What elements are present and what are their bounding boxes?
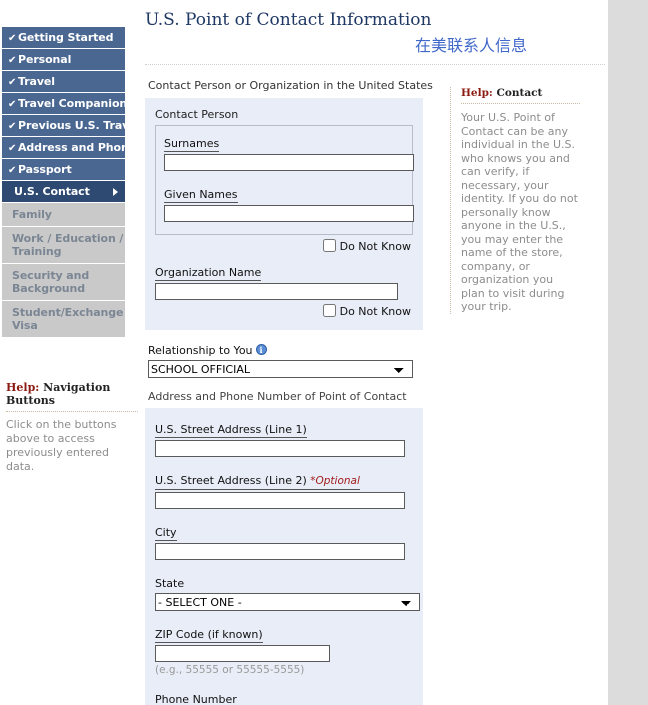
form-column: Contact Person or Organization in the Un… [145,73,435,705]
given-names-field: Given Names [164,183,414,222]
help-column: Help: Contact Your U.S. Point of Contact… [450,73,580,705]
sidebar-item-label: Personal [18,53,72,66]
page-title-translation: 在美联系人信息 [415,36,528,55]
contact-help-panel: Help: Contact Your U.S. Point of Contact… [450,87,580,314]
sidebar-item-label: Passport [18,163,72,176]
contact-person-box: Surnames Given Names [155,125,414,235]
zip-label: ZIP Code (if known) [155,628,263,643]
phone-field: Phone Number (e.g., 5555555555) [155,688,413,705]
sidebar-item-label: Work / Education / Training [12,232,124,258]
sidebar-item-label: Getting Started [18,31,114,44]
sidebar-item-label: Travel Companions [18,97,134,110]
sidebar-item-us-contact[interactable]: U.S. Contact [2,181,125,203]
state-field: State - SELECT ONE - [155,572,420,611]
main-content: U.S. Point of Contact Information 在美联系人信… [140,0,608,705]
given-names-label: Given Names [164,188,238,203]
sidebar-item-family: Family [2,203,125,227]
relationship-select[interactable]: SCHOOL OFFICIAL [148,360,413,378]
do-not-know-name-label: Do Not Know [339,240,411,253]
check-icon: ✔ [8,143,17,154]
relationship-label: Relationship to You i [148,344,267,358]
sidebar-item-personal[interactable]: ✔ Personal [2,49,125,71]
page-title: U.S. Point of Contact Information [145,10,432,30]
sidebar-item-passport[interactable]: ✔ Passport [2,159,125,181]
sidebar-item-previous-us-travel[interactable]: ✔ Previous U.S. Travel [2,115,140,137]
street1-input[interactable] [155,440,405,457]
street1-label: U.S. Street Address (Line 1) [155,423,307,438]
relationship-field: Relationship to You i SCHOOL OFFICIAL [148,339,435,378]
help-keyword: Help: [6,381,40,394]
info-icon[interactable]: i [255,344,267,355]
street2-field: U.S. Street Address (Line 2) *Optional [155,469,413,509]
phone-label: Phone Number [155,693,237,705]
surnames-input[interactable] [164,154,414,171]
state-select[interactable]: - SELECT ONE - [155,593,420,611]
zip-hint: (e.g., 55555 or 55555-5555) [155,664,305,676]
surnames-label: Surnames [164,137,220,152]
right-gutter [608,0,648,705]
street2-label-text: U.S. Street Address (Line 2) [155,474,311,487]
check-icon: ✔ [8,165,17,176]
do-not-know-org-label: Do Not Know [339,305,411,318]
help-heading-text: Contact [492,87,543,99]
page-root: ✔ Getting Started ✔ Personal ✔ Travel ✔ Trav… [0,0,648,705]
do-not-know-name-checkbox[interactable] [322,239,336,252]
check-icon: ✔ [8,121,17,132]
check-icon: ✔ [8,33,17,44]
do-not-know-org-checkbox[interactable] [322,304,336,317]
check-icon: ✔ [8,55,17,66]
optional-tag: *Optional [310,475,360,487]
organization-name-label: Organization Name [155,266,262,281]
sidebar-item-label: Travel [18,75,55,88]
address-heading: Address and Phone Number of Point of Con… [148,390,407,403]
sidebar-item-label: Student/Exchange Visa [12,306,124,332]
sidebar-nav: ✔ Getting Started ✔ Personal ✔ Travel ✔ Trav… [2,27,140,338]
sidebar-item-getting-started[interactable]: ✔ Getting Started [2,27,125,49]
street1-field: U.S. Street Address (Line 1) [155,418,413,457]
zip-field: ZIP Code (if known) (e.g., 55555 or 5555… [155,623,413,676]
section-heading: Contact Person or Organization in the Un… [148,79,433,92]
sidebar-item-label: Security and Background [12,269,90,295]
do-not-know-name-row: Do Not Know [155,239,413,253]
sidebar-item-security-and-background: Security and Background [2,264,125,301]
surnames-field: Surnames [164,132,414,171]
city-field: City [155,521,413,560]
arrow-right-icon [113,187,118,196]
street2-input[interactable] [155,492,405,509]
street2-label: U.S. Street Address (Line 2) *Optional [155,474,360,490]
address-panel: U.S. Street Address (Line 1) U.S. Street… [145,408,423,705]
contact-help-body: Your U.S. Point of Contact can be any in… [461,111,578,313]
city-label: City [155,526,177,541]
contact-person-legend: Contact Person [155,108,239,121]
sidebar-item-travel[interactable]: ✔ Travel [2,71,125,93]
sidebar-item-label: U.S. Contact [14,185,90,198]
navigation-help-heading: Help: Navigation Buttons [6,381,138,412]
do-not-know-org-row: Do Not Know [155,304,413,318]
sidebar-item-address-and-phone[interactable]: ✔ Address and Phone [2,137,136,159]
state-label: State [155,577,185,590]
check-icon: ✔ [8,77,17,88]
contact-help-heading: Help: Contact [461,87,580,104]
navigation-help-body: Click on the buttons above to access pre… [6,418,117,473]
help-keyword: Help: [461,87,493,99]
contact-panel: Contact Person Surnames Given Names Do N… [145,98,423,330]
sidebar-item-work-education-training: Work / Education / Training [2,227,125,264]
sidebar-item-travel-companions[interactable]: ✔ Travel Companions [2,93,134,115]
sidebar-item-label: Address and Phone [18,141,137,154]
relationship-label-text: Relationship to You [148,344,253,357]
zip-input[interactable] [155,645,330,662]
check-icon: ✔ [8,99,17,110]
sidebar-item-label: Family [12,208,52,221]
sidebar-item-student-exchange-visa: Student/Exchange Visa [2,301,125,338]
city-input[interactable] [155,543,405,560]
given-names-input[interactable] [164,205,414,222]
organization-name-field: Organization Name [155,261,413,300]
organization-name-input[interactable] [155,283,398,300]
navigation-help-box: Help: Navigation Buttons Click on the bu… [6,381,138,474]
sidebar-item-label: Previous U.S. Travel [18,119,141,132]
